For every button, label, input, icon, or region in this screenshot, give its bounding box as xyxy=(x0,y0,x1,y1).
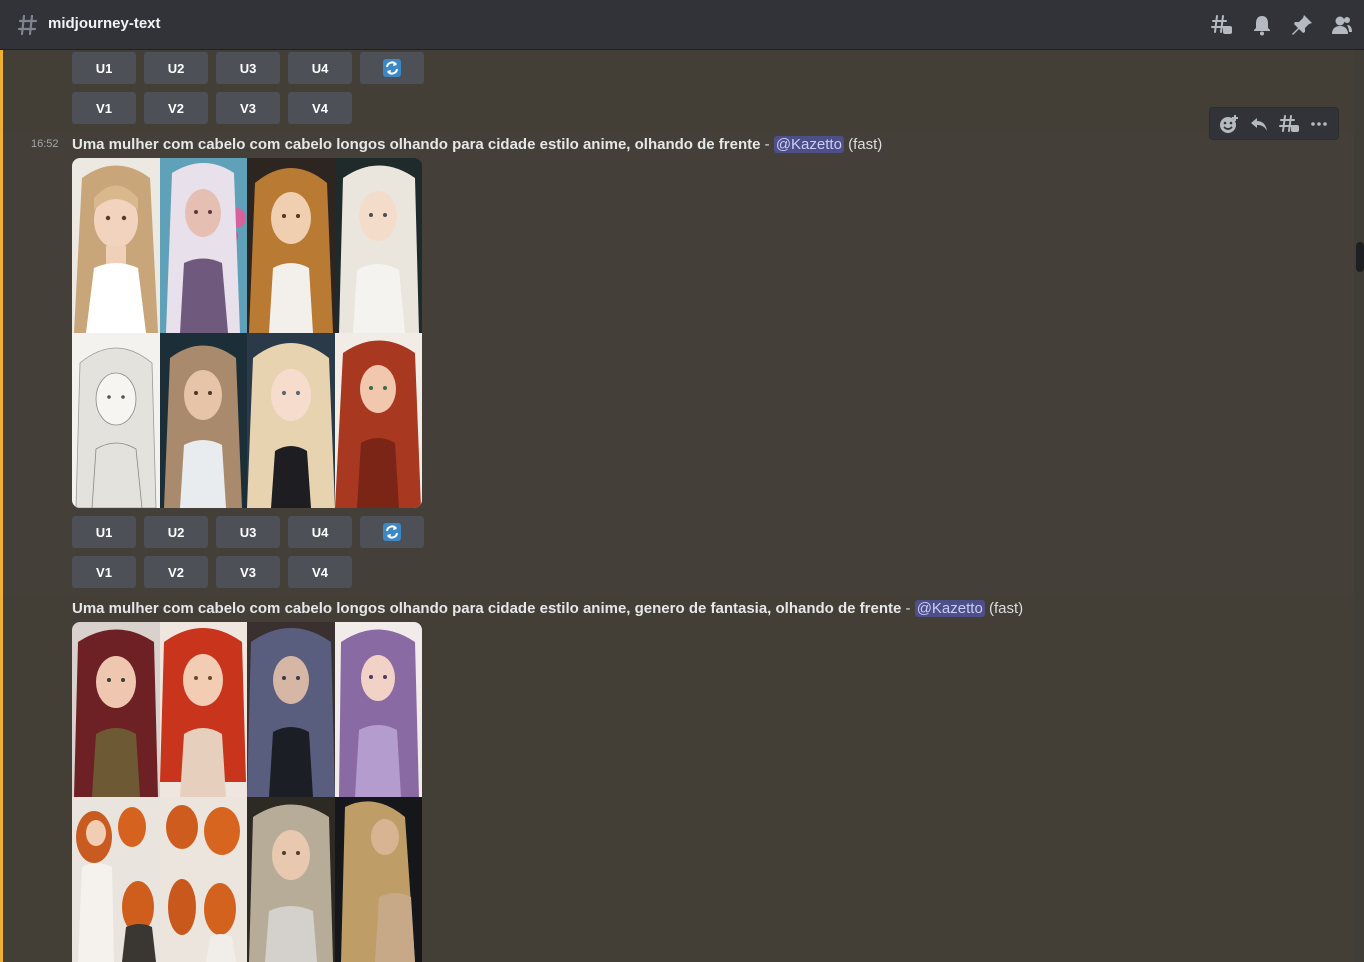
generated-image-2[interactable] xyxy=(160,622,247,797)
variation-2-button[interactable]: V2 xyxy=(144,92,208,124)
variation-4-button[interactable]: V4 xyxy=(288,92,352,124)
generated-image-8[interactable] xyxy=(335,333,422,508)
bell-icon[interactable] xyxy=(1250,13,1274,37)
user-mention[interactable]: @Kazetto xyxy=(914,600,985,617)
prompt-text: Uma mulher com cabelo com cabelo longos … xyxy=(72,600,902,617)
image-grid-1[interactable] xyxy=(72,158,422,508)
generated-image-3[interactable] xyxy=(247,622,335,797)
generated-image-7[interactable] xyxy=(247,797,335,962)
refresh-icon xyxy=(383,59,401,77)
threads-icon[interactable] xyxy=(1210,13,1234,37)
generated-image-5[interactable] xyxy=(72,797,160,962)
user-mention[interactable]: @Kazetto xyxy=(773,136,844,153)
prompt-text: Uma mulher com cabelo com cabelo longos … xyxy=(72,136,761,153)
generated-image-3[interactable] xyxy=(247,158,335,333)
upscale-2-button[interactable]: U2 xyxy=(144,52,208,84)
upscale-4-button[interactable]: U4 xyxy=(288,516,352,548)
generated-image-4[interactable] xyxy=(335,158,422,333)
upscale-3-button[interactable]: U3 xyxy=(216,52,280,84)
mode-label: (fast) xyxy=(988,600,1024,617)
variation-4-button[interactable]: V4 xyxy=(288,556,352,588)
upscale-2-button[interactable]: U2 xyxy=(144,516,208,548)
separator: - xyxy=(760,136,774,153)
image-grid-2[interactable] xyxy=(72,622,422,962)
generated-image-1[interactable] xyxy=(72,622,160,797)
more-icon[interactable] xyxy=(1308,113,1330,135)
add-reaction-icon[interactable] xyxy=(1218,113,1240,135)
generated-image-4[interactable] xyxy=(335,622,422,797)
channel-name: midjourney-text xyxy=(48,15,161,32)
reply-icon[interactable] xyxy=(1248,113,1270,135)
separator: - xyxy=(901,600,915,617)
create-thread-icon[interactable] xyxy=(1278,113,1300,135)
variation-1-button[interactable]: V1 xyxy=(72,556,136,588)
hash-icon xyxy=(18,14,38,36)
reroll-button[interactable] xyxy=(360,52,424,84)
mode-label: (fast) xyxy=(848,136,883,153)
reroll-button[interactable] xyxy=(360,516,424,548)
upscale-4-button[interactable]: U4 xyxy=(288,52,352,84)
message-hover-toolbar xyxy=(1209,107,1339,140)
upscale-3-button[interactable]: U3 xyxy=(216,516,280,548)
upscale-1-button[interactable]: U1 xyxy=(72,52,136,84)
generated-image-1[interactable] xyxy=(72,158,160,333)
generated-image-7[interactable] xyxy=(247,333,335,508)
pin-icon[interactable] xyxy=(1290,13,1314,37)
variation-3-button[interactable]: V3 xyxy=(216,556,280,588)
message-timestamp: 16:52 xyxy=(31,138,59,150)
scrollbar-thumb[interactable] xyxy=(1356,242,1364,272)
variation-2-button[interactable]: V2 xyxy=(144,556,208,588)
members-icon[interactable] xyxy=(1330,13,1354,37)
generated-image-6[interactable] xyxy=(160,333,247,508)
message-1-text: Uma mulher com cabelo com cabelo longos … xyxy=(72,136,882,153)
variation-3-button[interactable]: V3 xyxy=(216,92,280,124)
generated-image-6[interactable] xyxy=(160,797,247,962)
generated-image-2[interactable] xyxy=(160,158,247,333)
refresh-icon xyxy=(383,523,401,541)
generated-image-5[interactable] xyxy=(72,333,160,508)
channel-header: midjourney-text xyxy=(0,0,1364,50)
message-2-text: Uma mulher com cabelo com cabelo longos … xyxy=(72,600,1023,617)
generated-image-8[interactable] xyxy=(335,797,422,962)
variation-1-button[interactable]: V1 xyxy=(72,92,136,124)
upscale-1-button[interactable]: U1 xyxy=(72,516,136,548)
